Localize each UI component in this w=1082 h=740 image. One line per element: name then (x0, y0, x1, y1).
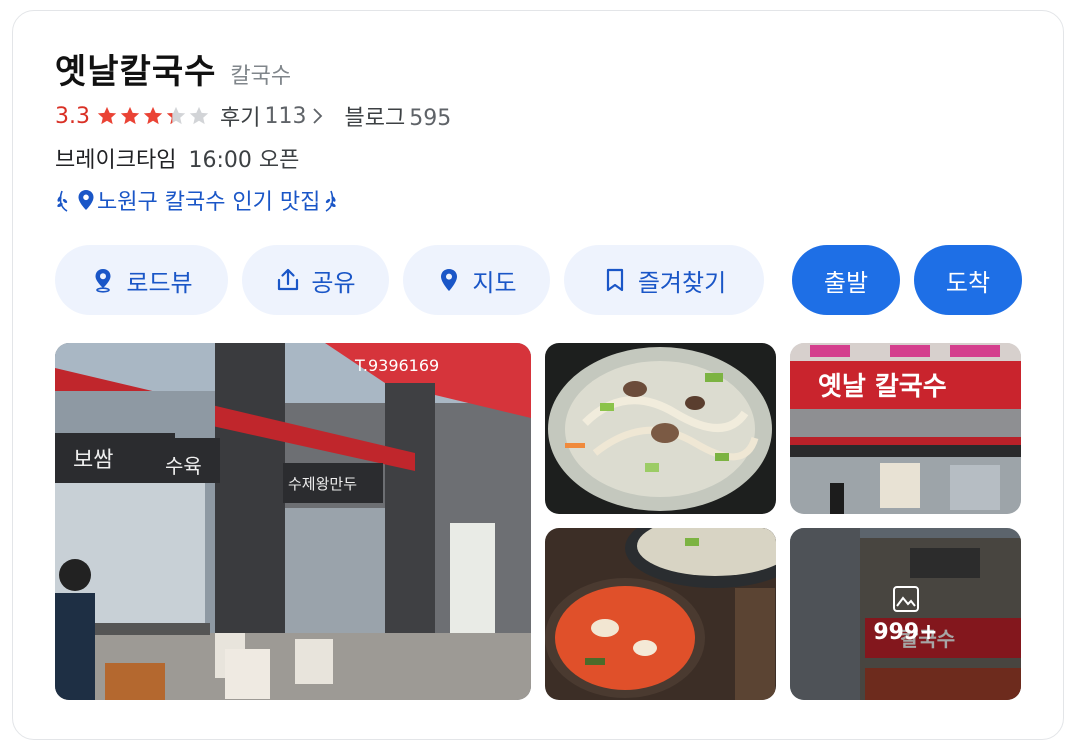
photo-stew[interactable] (545, 528, 776, 700)
blog-link[interactable]: 블로그 595 (344, 100, 451, 132)
hours-row: 브레이크타임 16:00 오픈 (55, 142, 299, 174)
bookmark-label: 즐겨찾기 (637, 268, 727, 297)
bookmark-button[interactable]: 즐겨찾기 (564, 245, 764, 315)
status-label: 브레이크타임 (55, 148, 177, 173)
roadview-button[interactable]: 로드뷰 (55, 245, 228, 315)
laurel-left-icon (57, 190, 68, 212)
blog-count: 595 (409, 106, 452, 131)
place-name[interactable]: 옛날칼국수 (55, 44, 216, 93)
photo-signboard[interactable]: 옛날 칼국수 (790, 343, 1021, 514)
roadview-icon (95, 269, 111, 293)
chevron-right-icon (313, 108, 323, 124)
sign-suyuk: 수육 (165, 454, 202, 478)
map-pin-icon (441, 269, 458, 291)
star-full-icon (97, 106, 117, 125)
map-label: 지도 (472, 268, 517, 297)
sign-phone: T.9396169 (354, 356, 439, 375)
arrive-label: 도착 (945, 268, 991, 297)
sign-bossam: 보쌈 (73, 448, 113, 473)
star-full-icon (143, 106, 163, 125)
photo-more[interactable]: 칼국수 999+ (790, 528, 1021, 700)
review-label: 후기 (220, 106, 261, 131)
review-count: 113 (264, 103, 307, 129)
roadview-label: 로드뷰 (126, 268, 193, 297)
award-text: 노원구 칼국수 인기 맛집 (97, 190, 321, 215)
place-category: 칼국수 (230, 64, 292, 89)
sign-mandu: 수제왕만두 (288, 475, 357, 493)
more-photos-overlay[interactable]: 999+ (790, 528, 1021, 700)
share-icon (278, 268, 299, 291)
more-photos-count: 999+ (873, 619, 938, 645)
action-bar: 로드뷰 공유 지도 즐겨찾기 출발 도착 (55, 245, 1022, 315)
photo-gallery-icon (892, 585, 919, 612)
arrive-button[interactable]: 도착 (914, 245, 1022, 315)
rating-row: 3.3 후기 113 블로그 595 (55, 100, 451, 132)
laurel-right-icon (325, 190, 337, 212)
share-button[interactable]: 공유 (242, 245, 389, 315)
share-label: 공유 (311, 268, 356, 297)
review-link[interactable]: 후기 113 (220, 100, 344, 132)
depart-button[interactable]: 출발 (792, 245, 900, 315)
star-rating (96, 105, 210, 127)
rating-value: 3.3 (55, 103, 90, 129)
award-badge[interactable]: 노원구 칼국수 인기 맛집 (55, 184, 338, 216)
sign-restaurant-name: 옛날 칼국수 (818, 372, 947, 402)
photo-storefront[interactable]: T.9396169 보쌈 수육 수제왕만두 (55, 343, 531, 700)
bookmark-icon (606, 268, 623, 292)
star-full-icon (120, 106, 140, 125)
map-button[interactable]: 지도 (403, 245, 550, 315)
title-row: 옛날칼국수 칼국수 (55, 44, 291, 93)
status-value: 16:00 오픈 (188, 148, 300, 173)
depart-label: 출발 (823, 268, 869, 297)
blog-label: 블로그 (344, 106, 406, 131)
photo-kalguksu[interactable] (545, 343, 776, 514)
star-partial-icon (166, 106, 186, 125)
location-pin-icon (78, 190, 94, 210)
star-empty-icon (189, 106, 209, 125)
